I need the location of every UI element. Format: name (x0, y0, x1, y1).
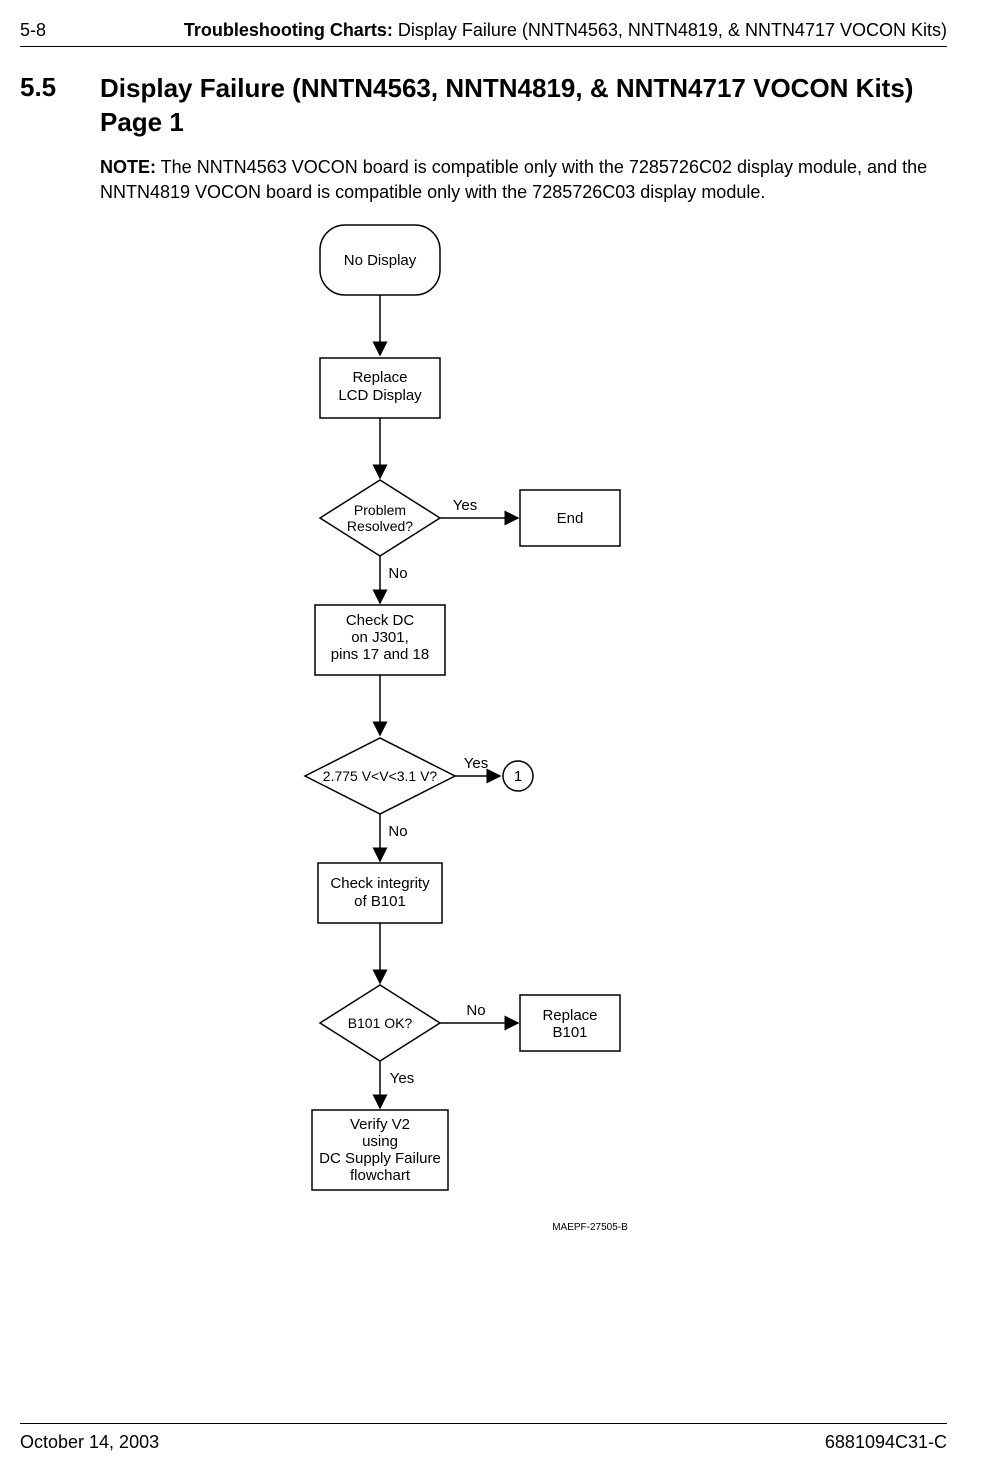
step3-text1: Check integrity (330, 875, 430, 892)
step4-text1: Verify V2 (350, 1116, 410, 1133)
step1-text2: LCD Display (338, 387, 422, 404)
note-block: NOTE: The NNTN4563 VOCON board is compat… (100, 155, 947, 205)
step4-text4: flowchart (350, 1167, 411, 1184)
page-header: 5-8 Troubleshooting Charts: Display Fail… (20, 20, 947, 47)
decision3-text: B101 OK? (348, 1015, 413, 1031)
page-number: 5-8 (20, 20, 46, 41)
start-text: No Display (344, 252, 417, 269)
d1-yes-label: Yes (453, 497, 477, 514)
footer-doc-num: 6881094C31-C (825, 1432, 947, 1453)
figure-code: MAEPF-27505-B (552, 1222, 628, 1233)
chapter-title: Troubleshooting Charts: Display Failure … (184, 20, 947, 41)
connector2-text: 1 (514, 768, 522, 785)
flowchart-svg: No Display Replace LCD Display Problem R… (270, 200, 770, 1280)
step3-text2: of B101 (354, 893, 406, 910)
chapter-bold: Troubleshooting Charts: (184, 20, 393, 40)
decision1-text1: Problem (354, 502, 406, 518)
step2-text1: Check DC (346, 612, 415, 629)
d2-no-label: No (388, 823, 407, 840)
page-footer: October 14, 2003 6881094C31-C (20, 1423, 947, 1453)
footer-date: October 14, 2003 (20, 1432, 159, 1453)
section-title-line1: Display Failure (NNTN4563, NNTN4819, & N… (100, 73, 913, 103)
d3-yes-label: Yes (390, 1070, 414, 1087)
step2-text3: pins 17 and 18 (331, 646, 429, 663)
d1-no-label: No (388, 565, 407, 582)
section-number: 5.5 (20, 72, 60, 140)
flowchart: No Display Replace LCD Display Problem R… (270, 200, 947, 1280)
note-text: The NNTN4563 VOCON board is compatible o… (100, 157, 927, 202)
step4-text2: using (362, 1133, 398, 1150)
section-header: 5.5 Display Failure (NNTN4563, NNTN4819,… (20, 72, 947, 140)
end1-text: End (557, 510, 584, 527)
chapter-rest: Display Failure (NNTN4563, NNTN4819, & N… (393, 20, 947, 40)
note-label: NOTE: (100, 157, 156, 177)
end3-text1: Replace (542, 1007, 597, 1024)
section-title-line2: Page 1 (100, 107, 184, 137)
decision2-text: 2.775 V<V<3.1 V? (323, 768, 438, 784)
section-title: Display Failure (NNTN4563, NNTN4819, & N… (100, 72, 913, 140)
step2-text2: on J301, (351, 629, 409, 646)
end3-text2: B101 (552, 1024, 587, 1041)
decision1-text2: Resolved? (347, 518, 413, 534)
step1-text1: Replace (352, 369, 407, 386)
d2-yes-label: Yes (464, 755, 488, 772)
d3-no-label: No (466, 1002, 485, 1019)
step4-text3: DC Supply Failure (319, 1150, 441, 1167)
